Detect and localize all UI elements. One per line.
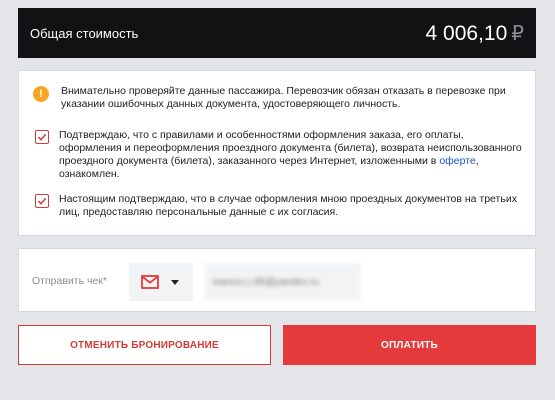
offer-link[interactable]: оферте — [439, 155, 475, 167]
checkmark-icon — [37, 197, 47, 205]
checkout-page: Общая стоимость 4 006,10 ₽ ! Внимательно… — [0, 0, 555, 400]
mail-icon — [141, 275, 159, 289]
personal-data-consent-checkbox[interactable] — [35, 194, 49, 208]
total-price-label: Общая стоимость — [30, 25, 139, 41]
total-price-value: 4 006,10 ₽ — [426, 21, 524, 46]
passenger-data-warning: ! Внимательно проверяйте данные пассажир… — [33, 85, 523, 111]
rules-agreement-row: Подтверждаю, что с правилами и особеннос… — [35, 129, 523, 181]
chevron-down-icon — [171, 279, 179, 285]
total-price-bar: Общая стоимость 4 006,10 ₽ — [18, 8, 536, 58]
rules-agreement-text: Подтверждаю, что с правилами и особеннос… — [59, 129, 523, 181]
send-receipt-label: Отправить чек* — [32, 275, 107, 287]
passenger-notice-card: ! Внимательно проверяйте данные пассажир… — [18, 70, 536, 236]
receipt-channel-select[interactable] — [129, 263, 193, 301]
cancel-booking-button[interactable]: ОТМЕНИТЬ БРОНИРОВАНИЕ — [18, 325, 271, 365]
warning-text: Внимательно проверяйте данные пассажира.… — [61, 85, 506, 110]
receipt-card: Отправить чек* — [18, 248, 536, 312]
rules-agreement-checkbox[interactable] — [35, 130, 49, 144]
personal-data-consent-text: Настоящим подтверждаю, что в случае офор… — [59, 193, 517, 218]
checkmark-icon — [37, 133, 47, 141]
exclamation-circle-icon: ! — [33, 86, 49, 102]
currency-symbol: ₽ — [511, 22, 524, 45]
pay-button[interactable]: ОПЛАТИТЬ — [283, 325, 536, 365]
total-amount: 4 006,10 — [425, 21, 508, 45]
receipt-email-input[interactable] — [205, 263, 361, 301]
personal-data-consent-row: Настоящим подтверждаю, что в случае офор… — [35, 193, 523, 219]
